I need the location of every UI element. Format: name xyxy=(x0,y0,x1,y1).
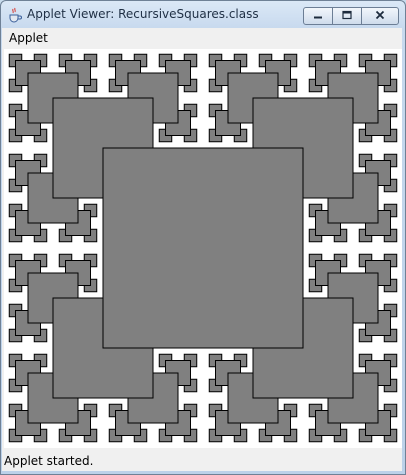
minimize-icon xyxy=(313,11,323,22)
minimize-button[interactable] xyxy=(303,7,333,25)
applet-canvas[interactable] xyxy=(4,49,402,448)
recursive-squares-drawing xyxy=(8,53,398,443)
applet-viewer-window: Applet Viewer: RecursiveSquares.class Ap… xyxy=(0,0,406,475)
status-text: Applet started. xyxy=(4,454,94,468)
window-title: Applet Viewer: RecursiveSquares.class xyxy=(27,7,259,21)
close-icon xyxy=(375,10,385,22)
menu-applet[interactable]: Applet xyxy=(9,31,48,45)
title-bar[interactable]: Applet Viewer: RecursiveSquares.class xyxy=(1,1,405,27)
maximize-button[interactable] xyxy=(332,7,362,25)
java-cup-icon xyxy=(9,7,22,23)
close-button[interactable] xyxy=(361,7,399,25)
client-area: Applet Applet started. xyxy=(2,28,402,471)
maximize-icon xyxy=(342,10,352,22)
square xyxy=(102,147,304,349)
status-bar: Applet started. xyxy=(2,450,402,471)
menu-bar: Applet xyxy=(2,28,402,48)
